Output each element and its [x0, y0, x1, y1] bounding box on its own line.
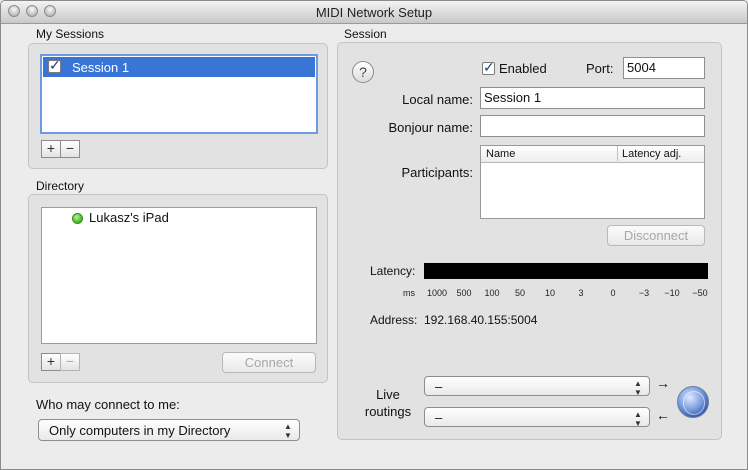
latency-label: Latency: [370, 264, 416, 278]
address-value: 192.168.40.155:5004 [424, 313, 538, 327]
my-sessions-group: Session 1 + − [28, 43, 328, 169]
latency-tick-label: 50 [514, 288, 525, 298]
popup-arrows-icon: ▲ ▼ [634, 379, 642, 397]
session-row[interactable]: Session 1 [43, 57, 315, 77]
disconnect-button[interactable]: Disconnect [607, 225, 705, 246]
column-latency-adj[interactable]: Latency adj. [622, 148, 681, 160]
column-divider [617, 146, 618, 161]
local-name-label: Local name: [402, 92, 473, 107]
connect-button[interactable]: Connect [222, 352, 316, 373]
latency-tick-label: 0 [610, 288, 616, 298]
directory-list[interactable]: Lukasz's iPad [41, 207, 317, 344]
arrow-right-icon: → [656, 375, 670, 391]
online-status-icon [72, 213, 83, 224]
participants-label: Participants: [401, 165, 473, 180]
network-globe-icon [677, 386, 709, 418]
address-label: Address: [370, 313, 418, 327]
routing-input-value: – [435, 379, 443, 394]
latency-tick-label: −10 [664, 288, 680, 298]
latency-tick-label: 1000 [426, 288, 448, 298]
session-name: Session 1 [72, 60, 130, 75]
remove-directory-button[interactable]: − [60, 353, 80, 371]
latency-tick-label: −50 [692, 288, 708, 298]
latency-unit-label: ms [403, 288, 415, 298]
midi-network-setup-window: MIDI Network Setup My Sessions Session 1… [0, 0, 748, 470]
arrow-left-icon: ← [656, 407, 670, 423]
participants-table[interactable]: Name Latency adj. [480, 145, 705, 219]
latency-tick-label: −3 [638, 288, 650, 298]
add-session-button[interactable]: + [41, 140, 61, 158]
who-may-connect-popup[interactable]: Only computers in my Directory ▲ ▼ [38, 419, 300, 441]
directory-label: Directory [36, 179, 85, 193]
latency-meter [424, 263, 708, 279]
help-button[interactable]: ? [352, 61, 374, 83]
port-label: Port: [586, 61, 614, 76]
bonjour-name-label: Bonjour name: [388, 120, 473, 135]
title-bar: MIDI Network Setup [1, 1, 747, 24]
routing-output-popup[interactable]: – ▲ ▼ [424, 407, 650, 428]
my-sessions-label: My Sessions [36, 27, 105, 41]
session-group: ? Enabled Port: 5004 Local name: Session… [337, 42, 722, 440]
directory-group: Lukasz's iPad + − Connect [28, 194, 328, 383]
directory-item-label: Lukasz's iPad [89, 210, 169, 225]
who-may-connect-value: Only computers in my Directory [49, 423, 231, 438]
latency-tick-label: 100 [484, 288, 500, 298]
session-enabled-checkbox-main[interactable] [482, 59, 495, 76]
local-name-field[interactable]: Session 1 [480, 87, 705, 109]
live-routings-label: Live routings [364, 387, 412, 419]
routing-input-popup[interactable]: – ▲ ▼ [424, 376, 650, 397]
add-directory-button[interactable]: + [41, 353, 61, 371]
port-field[interactable]: 5004 [623, 57, 705, 79]
window-title: MIDI Network Setup [315, 5, 433, 20]
remove-session-button[interactable]: − [60, 140, 80, 158]
popup-arrows-icon: ▲ ▼ [634, 410, 642, 428]
latency-tick-label: 3 [578, 288, 584, 298]
latency-tick-label: 10 [544, 288, 555, 298]
sessions-list[interactable]: Session 1 [40, 54, 318, 134]
enabled-label: Enabled [499, 61, 547, 76]
routing-output-value: – [435, 410, 443, 425]
bonjour-name-field[interactable] [480, 115, 705, 137]
column-name[interactable]: Name [486, 148, 515, 160]
participants-table-header: Name Latency adj. [481, 146, 704, 163]
popup-arrows-icon: ▲ ▼ [284, 422, 292, 440]
session-label: Session [344, 27, 387, 41]
who-may-connect-label: Who may connect to me: [36, 397, 180, 412]
latency-tick-label: 500 [456, 288, 472, 298]
session-enabled-checkbox[interactable] [48, 57, 61, 74]
